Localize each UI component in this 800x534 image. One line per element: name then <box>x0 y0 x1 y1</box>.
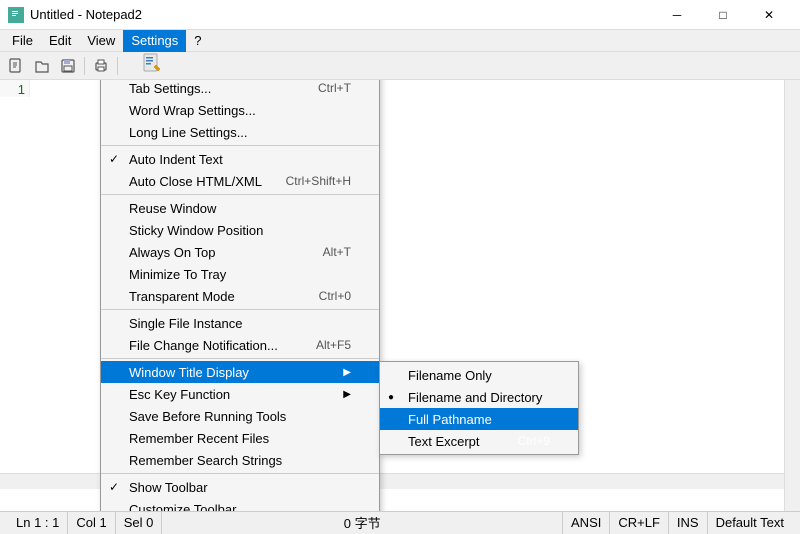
app-icon <box>8 7 24 23</box>
menu-word-wrap[interactable]: Word Wrap Settings... <box>101 99 379 121</box>
toolbar-sep-1 <box>84 57 85 75</box>
menu-long-line[interactable]: Long Line Settings... <box>101 121 379 143</box>
window-title-submenu: Filename Only Filename and Directory Ful… <box>379 361 579 455</box>
print-button[interactable] <box>89 55 113 77</box>
settings-dropdown: Insert Tabs as Spaces Tab Settings... Ct… <box>100 80 380 511</box>
submenu-full-pathname[interactable]: Full Pathname <box>380 408 578 430</box>
close-button[interactable]: ✕ <box>746 0 792 30</box>
toolbar-sep-2 <box>117 57 118 75</box>
toolbar-app-icon <box>142 53 162 78</box>
status-chars: 0 字节 <box>162 512 563 534</box>
menu-transparent[interactable]: Transparent Mode Ctrl+0 <box>101 285 379 307</box>
menu-window-title[interactable]: Window Title Display Filename Only Filen… <box>101 361 379 383</box>
menu-remember-search[interactable]: Remember Search Strings <box>101 449 379 471</box>
sep-1 <box>101 145 379 146</box>
open-button[interactable] <box>30 55 54 77</box>
scrollbar-vertical[interactable] <box>784 80 800 511</box>
menu-help[interactable]: ? <box>186 30 209 52</box>
menu-file-change[interactable]: File Change Notification... Alt+F5 <box>101 334 379 356</box>
menu-reuse-window[interactable]: Reuse Window <box>101 197 379 219</box>
menu-auto-indent[interactable]: Auto Indent Text <box>101 148 379 170</box>
editor-area[interactable]: 1 Insert Tabs as Spaces Tab Settings... … <box>0 80 800 511</box>
line-numbers: 1 <box>0 80 30 97</box>
status-encoding: ANSI <box>563 512 610 534</box>
status-ins: INS <box>669 512 708 534</box>
status-text-style: Default Text <box>708 512 792 534</box>
status-col: Col 1 <box>68 512 115 534</box>
menu-view[interactable]: View <box>79 30 123 52</box>
menu-edit[interactable]: Edit <box>41 30 79 52</box>
window-title: Untitled - Notepad2 <box>30 7 142 22</box>
menu-tab-settings[interactable]: Tab Settings... Ctrl+T <box>101 80 379 99</box>
menu-save-before[interactable]: Save Before Running Tools <box>101 405 379 427</box>
menu-single-file[interactable]: Single File Instance <box>101 312 379 334</box>
status-line-ending: CR+LF <box>610 512 669 534</box>
menu-settings[interactable]: Settings <box>123 30 186 52</box>
toolbar <box>0 52 800 80</box>
title-bar-left: Untitled - Notepad2 <box>8 7 142 23</box>
menu-sticky-window[interactable]: Sticky Window Position <box>101 219 379 241</box>
menu-bar: File Edit View Settings ? <box>0 30 800 52</box>
status-position: Ln 1 : 1 <box>8 512 68 534</box>
minimize-button[interactable]: ─ <box>654 0 700 30</box>
sep-3 <box>101 309 379 310</box>
menu-esc-key[interactable]: Esc Key Function <box>101 383 379 405</box>
menu-auto-close[interactable]: Auto Close HTML/XML Ctrl+Shift+H <box>101 170 379 192</box>
status-sel: Sel 0 <box>116 512 163 534</box>
menu-show-toolbar[interactable]: Show Toolbar <box>101 476 379 498</box>
sep-4 <box>101 358 379 359</box>
title-bar: Untitled - Notepad2 ─ □ ✕ <box>0 0 800 30</box>
status-bar: Ln 1 : 1 Col 1 Sel 0 0 字节 ANSI CR+LF INS… <box>0 511 800 533</box>
menu-always-on-top[interactable]: Always On Top Alt+T <box>101 241 379 263</box>
submenu-filename-only[interactable]: Filename Only <box>380 364 578 386</box>
submenu-filename-dir[interactable]: Filename and Directory <box>380 386 578 408</box>
save-button[interactable] <box>56 55 80 77</box>
maximize-button[interactable]: □ <box>700 0 746 30</box>
new-button[interactable] <box>4 55 28 77</box>
sep-5 <box>101 473 379 474</box>
menu-customize-toolbar[interactable]: Customize Toolbar... <box>101 498 379 511</box>
submenu-text-excerpt[interactable]: Text Excerpt Ctrl+9 <box>380 430 578 452</box>
menu-file[interactable]: File <box>4 30 41 52</box>
title-bar-controls: ─ □ ✕ <box>654 0 792 30</box>
menu-minimize-tray[interactable]: Minimize To Tray <box>101 263 379 285</box>
menu-remember-recent[interactable]: Remember Recent Files <box>101 427 379 449</box>
sep-2 <box>101 194 379 195</box>
